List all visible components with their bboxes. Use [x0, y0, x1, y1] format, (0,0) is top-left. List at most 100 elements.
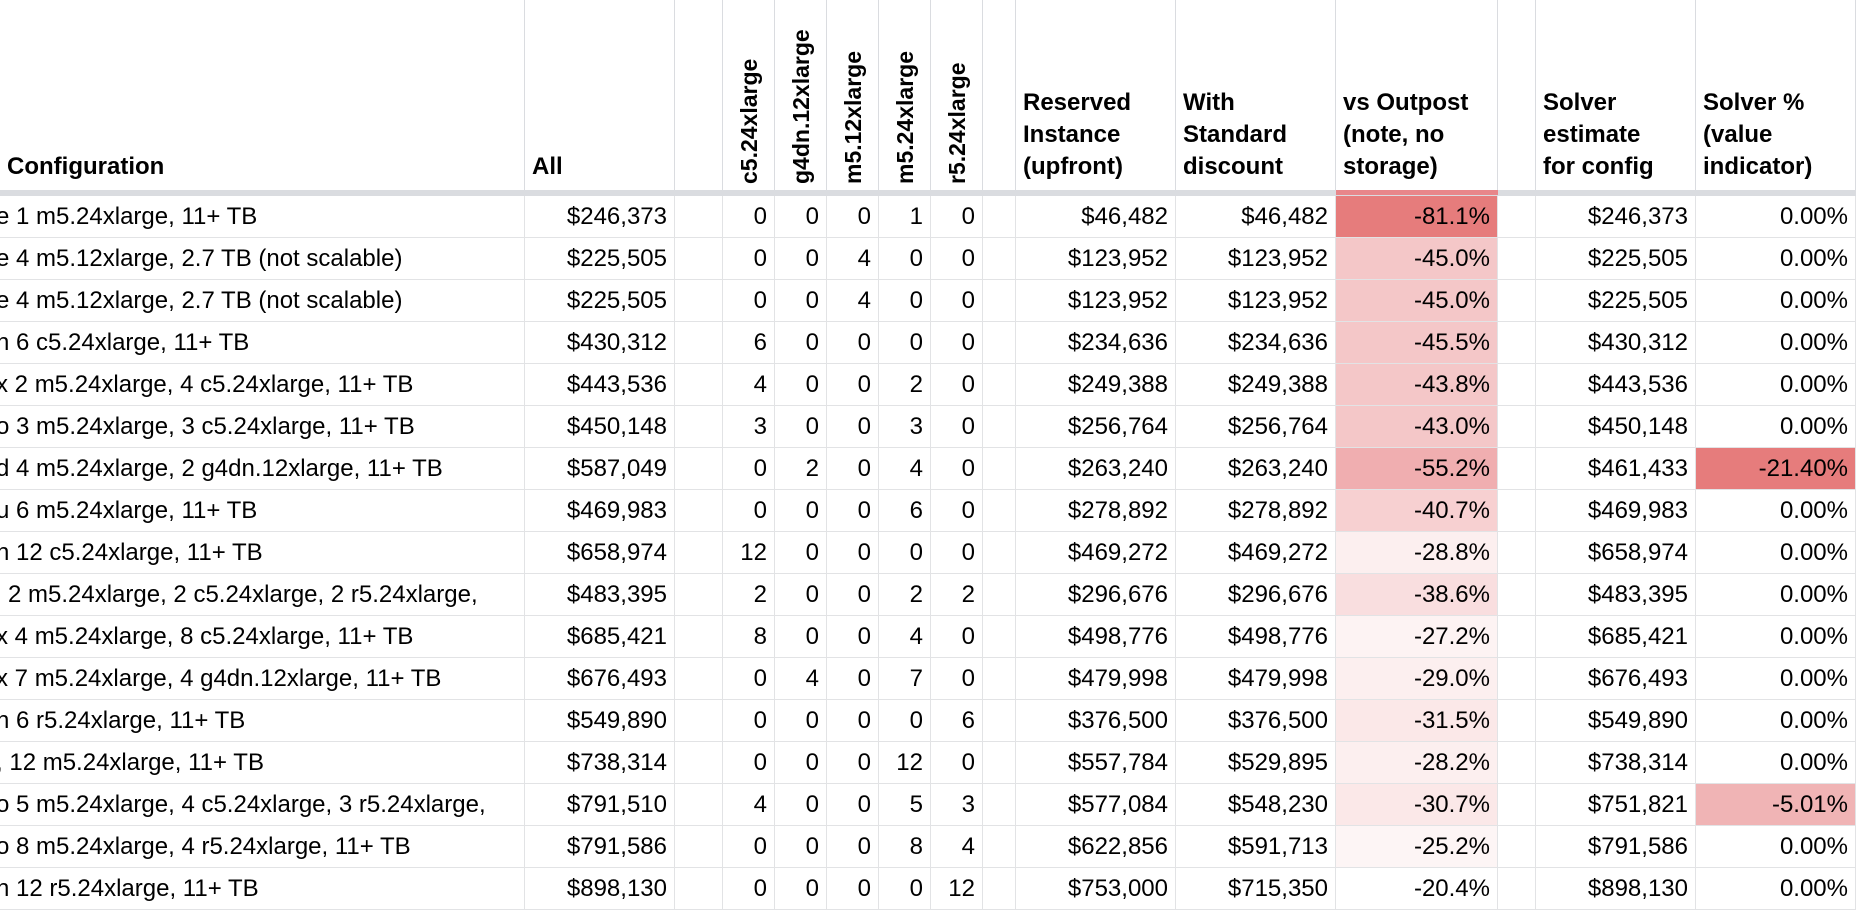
cell-standard[interactable]: $715,350 [1176, 868, 1336, 910]
cell-solver-percent[interactable]: 0.00% [1696, 196, 1856, 238]
cell-reserved[interactable]: $753,000 [1016, 868, 1176, 910]
cell-r5-count[interactable]: 3 [931, 784, 983, 826]
cell-r5-count[interactable]: 0 [931, 364, 983, 406]
cell-g4dn-count[interactable]: 0 [775, 742, 827, 784]
header-m5-24xlarge[interactable]: m5.24xlarge [879, 0, 931, 190]
cell-c5-count[interactable]: 12 [723, 532, 775, 574]
cell-r5-count[interactable]: 0 [931, 658, 983, 700]
cell-m5-24-count[interactable]: 1 [879, 196, 931, 238]
header-blank-1[interactable] [675, 0, 723, 190]
cell-blank[interactable] [983, 448, 1016, 490]
cell-blank[interactable] [675, 280, 723, 322]
cell-g4dn-count[interactable]: 0 [775, 574, 827, 616]
cell-m5-24-count[interactable]: 3 [879, 406, 931, 448]
cell-c5-count[interactable]: 0 [723, 700, 775, 742]
cell-solver-percent[interactable]: 0.00% [1696, 406, 1856, 448]
cell-vs-outpost[interactable]: -40.7% [1336, 490, 1498, 532]
cell-reserved[interactable]: $123,952 [1016, 280, 1176, 322]
cell-m5-12-count[interactable]: 0 [827, 826, 879, 868]
cell-g4dn-count[interactable]: 0 [775, 406, 827, 448]
cell-blank[interactable] [1498, 574, 1536, 616]
cell-solver-estimate[interactable]: $898,130 [1536, 868, 1696, 910]
cell-blank[interactable] [675, 868, 723, 910]
cell-vs-outpost[interactable]: -81.1% [1336, 196, 1498, 238]
cell-solver-estimate[interactable]: $676,493 [1536, 658, 1696, 700]
cell-vs-outpost[interactable]: -27.2% [1336, 616, 1498, 658]
cell-solver-estimate[interactable]: $685,421 [1536, 616, 1696, 658]
cell-c5-count[interactable]: 0 [723, 196, 775, 238]
cell-reserved[interactable]: $469,272 [1016, 532, 1176, 574]
cell-vs-outpost[interactable]: -43.8% [1336, 364, 1498, 406]
cell-blank[interactable] [1498, 238, 1536, 280]
cell-m5-24-count[interactable]: 0 [879, 322, 931, 364]
cell-m5-24-count[interactable]: 8 [879, 826, 931, 868]
cell-m5-24-count[interactable]: 0 [879, 868, 931, 910]
cell-m5-12-count[interactable]: 4 [827, 238, 879, 280]
cell-vs-outpost[interactable]: -28.2% [1336, 742, 1498, 784]
cell-standard[interactable]: $278,892 [1176, 490, 1336, 532]
cell-m5-12-count[interactable]: 0 [827, 616, 879, 658]
cell-all[interactable]: $450,148 [525, 406, 675, 448]
cell-blank[interactable] [675, 658, 723, 700]
cell-m5-12-count[interactable]: 0 [827, 532, 879, 574]
cell-blank[interactable] [675, 616, 723, 658]
header-blank-2[interactable] [983, 0, 1016, 190]
cell-blank[interactable] [675, 238, 723, 280]
cell-blank[interactable] [675, 196, 723, 238]
cell-vs-outpost[interactable]: -45.0% [1336, 238, 1498, 280]
cell-configuration[interactable]: o 5 m5.24xlarge, 4 c5.24xlarge, 3 r5.24x… [0, 784, 525, 826]
cell-solver-estimate[interactable]: $469,983 [1536, 490, 1696, 532]
cell-r5-count[interactable]: 2 [931, 574, 983, 616]
cell-standard[interactable]: $234,636 [1176, 322, 1336, 364]
cell-all[interactable]: $791,510 [525, 784, 675, 826]
cell-all[interactable]: $791,586 [525, 826, 675, 868]
cell-blank[interactable] [675, 406, 723, 448]
cell-configuration[interactable]: n 12 r5.24xlarge, 11+ TB [0, 868, 525, 910]
cell-all[interactable]: $549,890 [525, 700, 675, 742]
cell-c5-count[interactable]: 0 [723, 238, 775, 280]
cell-solver-percent[interactable]: 0.00% [1696, 364, 1856, 406]
cell-solver-estimate[interactable]: $225,505 [1536, 280, 1696, 322]
cell-blank[interactable] [983, 280, 1016, 322]
cell-r5-count[interactable]: 0 [931, 616, 983, 658]
cell-blank[interactable] [983, 322, 1016, 364]
cell-all[interactable]: $587,049 [525, 448, 675, 490]
header-m5-12xlarge[interactable]: m5.12xlarge [827, 0, 879, 190]
cell-g4dn-count[interactable]: 0 [775, 322, 827, 364]
cell-solver-estimate[interactable]: $225,505 [1536, 238, 1696, 280]
cell-solver-estimate[interactable]: $450,148 [1536, 406, 1696, 448]
cell-m5-12-count[interactable]: 0 [827, 742, 879, 784]
cell-m5-12-count[interactable]: 0 [827, 700, 879, 742]
cell-blank[interactable] [675, 784, 723, 826]
header-solver-percent[interactable]: Solver % (value indicator) [1696, 0, 1856, 190]
cell-g4dn-count[interactable]: 4 [775, 658, 827, 700]
cell-m5-12-count[interactable]: 0 [827, 868, 879, 910]
cell-g4dn-count[interactable]: 0 [775, 826, 827, 868]
cell-reserved[interactable]: $577,084 [1016, 784, 1176, 826]
cell-c5-count[interactable]: 0 [723, 658, 775, 700]
cell-m5-24-count[interactable]: 0 [879, 532, 931, 574]
cell-configuration[interactable]: x 2 m5.24xlarge, 4 c5.24xlarge, 11+ TB [0, 364, 525, 406]
cell-m5-24-count[interactable]: 0 [879, 700, 931, 742]
cell-standard[interactable]: $263,240 [1176, 448, 1336, 490]
cell-blank[interactable] [1498, 448, 1536, 490]
cell-solver-percent[interactable]: 0.00% [1696, 322, 1856, 364]
cell-g4dn-count[interactable]: 0 [775, 784, 827, 826]
cell-blank[interactable] [675, 574, 723, 616]
cell-configuration[interactable]: u 6 m5.24xlarge, 11+ TB [0, 490, 525, 532]
cell-blank[interactable] [1498, 364, 1536, 406]
cell-m5-24-count[interactable]: 5 [879, 784, 931, 826]
cell-reserved[interactable]: $256,764 [1016, 406, 1176, 448]
cell-standard[interactable]: $548,230 [1176, 784, 1336, 826]
cell-c5-count[interactable]: 4 [723, 364, 775, 406]
cell-blank[interactable] [983, 196, 1016, 238]
cell-m5-24-count[interactable]: 0 [879, 238, 931, 280]
cell-configuration[interactable]: x 4 m5.24xlarge, 8 c5.24xlarge, 11+ TB [0, 616, 525, 658]
cell-solver-percent[interactable]: 0.00% [1696, 532, 1856, 574]
cell-blank[interactable] [983, 868, 1016, 910]
header-blank-3[interactable] [1498, 0, 1536, 190]
cell-r5-count[interactable]: 0 [931, 406, 983, 448]
cell-blank[interactable] [983, 406, 1016, 448]
cell-solver-percent[interactable]: 0.00% [1696, 658, 1856, 700]
cell-m5-12-count[interactable]: 0 [827, 406, 879, 448]
